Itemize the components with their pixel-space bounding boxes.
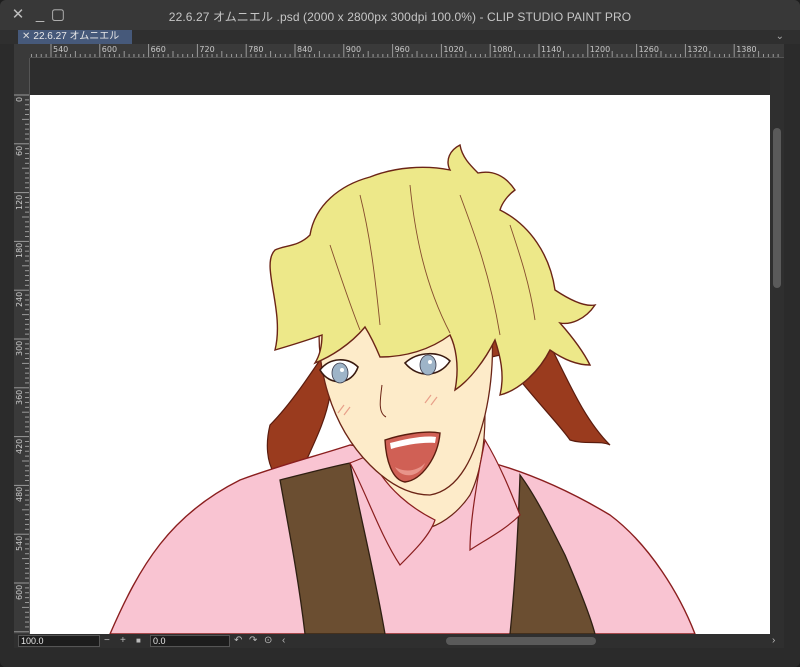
ruler-label: 720 xyxy=(199,45,215,54)
title-bar: ✕ _ ▢ 22.6.27 オムニエル .psd (2000 x 2800px … xyxy=(0,0,800,30)
ruler-label: 1020 xyxy=(443,45,464,54)
ruler-label: 1320 xyxy=(687,45,708,54)
vertical-ruler: 0 60 120 180 240 300 360 420 480 540 600 xyxy=(14,58,30,634)
ruler-label: 1200 xyxy=(589,45,611,54)
window-title: 22.6.27 オムニエル .psd (2000 x 2800px 300dpi… xyxy=(168,10,632,24)
app-window: ✕ _ ▢ 22.6.27 オムニエル .psd (2000 x 2800px … xyxy=(0,0,800,667)
ruler-label: 900 xyxy=(345,45,362,54)
ruler-label: 660 xyxy=(150,45,166,54)
ruler-label: 480 xyxy=(15,487,24,503)
vertical-scrollbar[interactable] xyxy=(770,58,784,634)
zoom-field[interactable]: 100.0 xyxy=(18,635,100,647)
ruler-label: 300 xyxy=(15,340,24,356)
left-frame xyxy=(0,44,14,667)
vertical-scrollbar-thumb[interactable] xyxy=(773,128,781,288)
bottom-frame xyxy=(0,648,800,667)
ruler-label: 420 xyxy=(15,438,24,454)
close-tab-icon[interactable]: ✕ xyxy=(22,31,30,42)
zoom-in-button[interactable]: + xyxy=(120,634,126,648)
canvas-area[interactable] xyxy=(30,58,770,634)
ruler-label: 600 xyxy=(101,45,118,54)
ruler-corner xyxy=(14,44,30,58)
document-tab-bar: ✕22.6.27 オムニエル .psd ⌄ xyxy=(0,30,800,56)
horizontal-ruler: 540 600 660 720 780 840 900 960 1020 1080 1140 1200… xyxy=(30,44,784,58)
ruler-label: 360 xyxy=(15,389,24,405)
scroll-left-icon[interactable]: ‹ xyxy=(282,634,285,648)
ruler-label: 600 xyxy=(15,584,24,600)
rotation-field[interactable]: 0.0 xyxy=(150,635,230,647)
fit-view-icon[interactable]: ■ xyxy=(136,634,141,648)
character-illustration xyxy=(109,143,696,634)
status-bar: 100.0 − + ■ 0.0 ↶ ↷ ⊙ ‹ › xyxy=(14,634,784,648)
scroll-right-icon[interactable]: › xyxy=(772,634,775,648)
ruler-label: 540 xyxy=(15,535,24,552)
zoom-out-button[interactable]: − xyxy=(104,634,110,648)
ruler-label: 780 xyxy=(248,45,264,54)
ruler-label: 60 xyxy=(15,145,24,156)
ruler-label: 1140 xyxy=(541,45,562,54)
drawing-canvas[interactable] xyxy=(30,95,770,634)
ruler-label: 1260 xyxy=(638,45,659,54)
ruler-label: 840 xyxy=(297,45,313,54)
ruler-label: 1080 xyxy=(492,45,513,54)
tab-menu-chevron-icon[interactable]: ⌄ xyxy=(776,30,784,44)
right-frame xyxy=(786,44,800,667)
rotate-right-icon[interactable]: ↷ xyxy=(249,634,257,648)
ruler-label: 240 xyxy=(15,291,24,308)
ruler-label: 0 xyxy=(15,96,24,102)
ruler-label: 180 xyxy=(15,243,24,259)
reset-rotation-icon[interactable]: ⊙ xyxy=(264,634,272,648)
ruler-label: 1380 xyxy=(736,45,757,54)
document-tab[interactable]: ✕22.6.27 オムニエル .psd xyxy=(18,30,132,56)
ruler-label: 120 xyxy=(15,194,24,210)
rotate-left-icon[interactable]: ↶ xyxy=(234,634,242,648)
horizontal-scrollbar-thumb[interactable] xyxy=(446,637,596,645)
ruler-label: 540 xyxy=(53,45,69,54)
ruler-label: 960 xyxy=(394,45,410,54)
